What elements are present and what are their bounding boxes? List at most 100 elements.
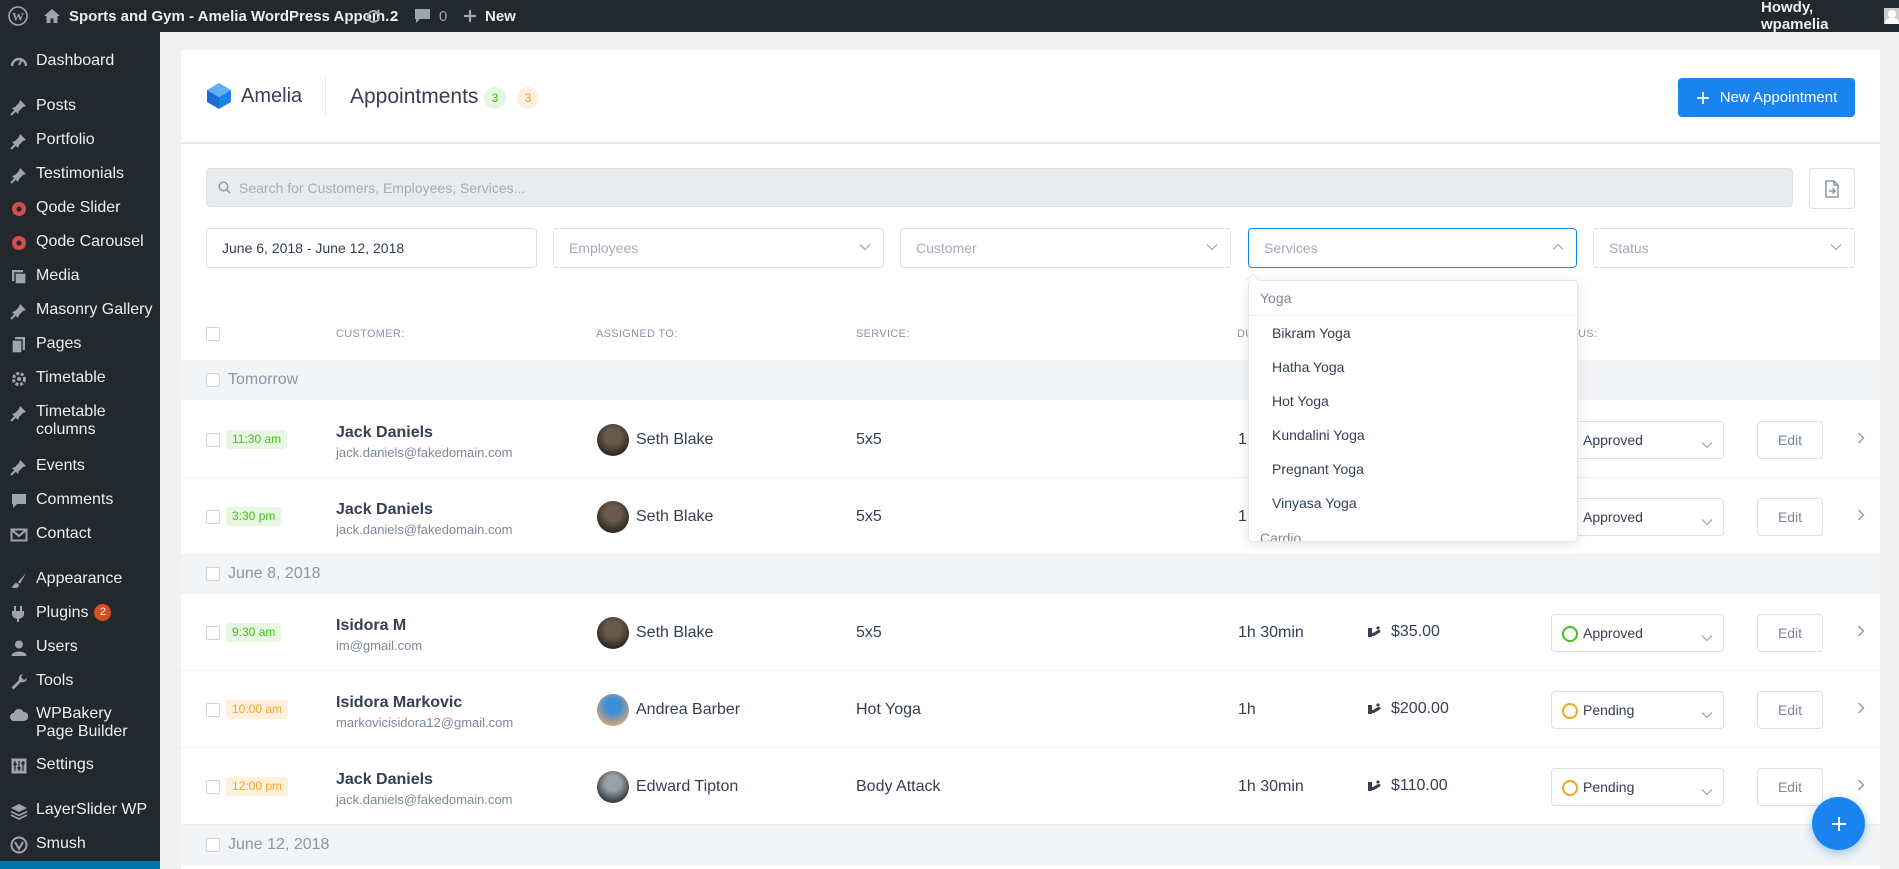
price-value: $110.00: [1391, 777, 1448, 794]
my-account-link[interactable]: Howdy, wpamelia: [1761, 0, 1899, 33]
pages-icon: [9, 336, 29, 354]
employee-avatar: [597, 617, 629, 649]
service-option-hatha-yoga[interactable]: Hatha Yoga: [1272, 359, 1344, 375]
edit-button[interactable]: Edit: [1757, 498, 1823, 536]
edit-button[interactable]: Edit: [1757, 691, 1823, 729]
time-badge: 11:30 am: [226, 430, 288, 449]
service-option-bikram-yoga[interactable]: Bikram Yoga: [1272, 325, 1351, 341]
price: $35.00: [1366, 623, 1440, 641]
chevron-right-icon[interactable]: [1857, 432, 1865, 444]
chevron-right-icon[interactable]: [1857, 509, 1865, 521]
customer-select[interactable]: Customer: [900, 228, 1231, 268]
appointment-row[interactable]: 3:30 pm Jack Daniels jack.daniels@fakedoma…: [181, 479, 1880, 555]
sidebar-item-label: Testimonials: [36, 165, 125, 182]
cloud-icon: [9, 706, 29, 724]
pin-icon: [9, 132, 29, 150]
status-select[interactable]: Pending: [1551, 691, 1724, 729]
service-name: 5x5: [856, 624, 882, 641]
chevron-down-icon: [1701, 629, 1713, 647]
group-checkbox[interactable]: [206, 567, 220, 581]
sidebar-item-label: Settings: [36, 756, 94, 773]
sidebar-item-label: Dashboard: [36, 52, 115, 69]
employee-name: Andrea Barber: [636, 701, 741, 718]
search-input[interactable]: Search for Customers, Employees, Service…: [206, 168, 1793, 207]
layers-icon: [9, 802, 29, 820]
row-checkbox[interactable]: [206, 433, 220, 447]
search-placeholder: Search for Customers, Employees, Service…: [239, 180, 526, 196]
select-all-checkbox[interactable]: [206, 327, 220, 341]
chevron-right-icon[interactable]: [1857, 779, 1865, 791]
column-status: US:: [1578, 328, 1598, 340]
site-name-link[interactable]: Sports and Gym - Amelia WordPress Appoin…: [43, 0, 398, 32]
chevron-right-icon[interactable]: [1857, 625, 1865, 637]
sidebar-item-label: Qode Carousel: [36, 233, 144, 250]
edit-label: Edit: [1777, 625, 1803, 641]
service-option-vinyasa-yoga[interactable]: Vinyasa Yoga: [1272, 495, 1357, 511]
edit-button[interactable]: Edit: [1757, 768, 1823, 806]
employees-placeholder: Employees: [569, 240, 639, 256]
edit-button[interactable]: Edit: [1757, 614, 1823, 652]
service-option-pregnant-yoga[interactable]: Pregnant Yoga: [1272, 461, 1364, 477]
price-value: $35.00: [1391, 623, 1440, 640]
page-title: Appointments: [350, 85, 479, 108]
group-label: June 8, 2018: [228, 565, 321, 582]
avatar-icon: [1884, 8, 1899, 24]
chevron-down-icon: [1701, 783, 1713, 801]
brush-icon: [9, 571, 29, 589]
amelia-brand-text: Amelia: [241, 84, 303, 107]
employees-select[interactable]: Employees: [553, 228, 884, 268]
status-label: Pending: [1583, 779, 1635, 795]
status-select[interactable]: Approved: [1551, 614, 1724, 652]
new-content-link[interactable]: New: [463, 0, 516, 32]
employee-avatar: [597, 424, 629, 456]
date-range-picker[interactable]: June 6, 2018 - June 12, 2018: [206, 228, 537, 268]
date-group-header: Tomorrow: [181, 360, 1880, 400]
row-checkbox[interactable]: [206, 510, 220, 524]
employee-avatar: [597, 501, 629, 533]
date-group-header: June 8, 2018: [181, 554, 1880, 594]
row-checkbox[interactable]: [206, 780, 220, 794]
service-option-kundalini-yoga[interactable]: Kundalini Yoga: [1272, 427, 1365, 443]
sidebar-item-label: Users: [36, 638, 78, 655]
row-checkbox[interactable]: [206, 703, 220, 717]
appointment-row[interactable]: 10:00 am Isidora Markovic markovicisidora1…: [181, 672, 1880, 748]
chevron-right-icon[interactable]: [1857, 702, 1865, 714]
date-group-header: June 12, 2018: [181, 825, 1880, 865]
date-range-value: June 6, 2018 - June 12, 2018: [222, 240, 405, 256]
service-name: 5x5: [856, 508, 882, 525]
sidebar-item-label: LayerSlider WP: [36, 801, 148, 818]
group-label: Tomorrow: [228, 371, 299, 388]
export-button[interactable]: [1809, 168, 1855, 209]
sidebar-item-label: Posts: [36, 97, 77, 114]
chevron-down-icon: [1830, 244, 1842, 251]
duration: 1h: [1238, 701, 1256, 718]
floating-add-button[interactable]: [1812, 797, 1865, 850]
sidebar-active-indicator: [0, 861, 160, 869]
updates-link[interactable]: 2: [365, 0, 398, 32]
new-appointment-label: New Appointment: [1719, 89, 1838, 106]
new-appointment-button[interactable]: New Appointment: [1678, 78, 1855, 117]
appointment-row[interactable]: 12:00 pm Jack Daniels jack.daniels@fakedom…: [181, 749, 1880, 825]
sidebar-item-label: Plugins 2: [36, 604, 112, 622]
appointment-row[interactable]: 11:30 am Jack Daniels jack.daniels@fakedom…: [181, 402, 1880, 478]
pending-count-badge: 3: [517, 87, 539, 109]
row-checkbox[interactable]: [206, 626, 220, 640]
group-checkbox[interactable]: [206, 373, 220, 387]
payment-icon: [1368, 779, 1381, 791]
sidebar-item-label: Portfolio: [36, 131, 95, 148]
wordpress-logo-icon[interactable]: W: [8, 0, 28, 32]
group-checkbox[interactable]: [206, 838, 220, 852]
comments-link[interactable]: 0: [414, 0, 447, 32]
appointment-row[interactable]: 9:30 am Isidora M im@gmail.com Seth Blake 5x…: [181, 595, 1880, 671]
price-value: $200.00: [1391, 700, 1449, 717]
carousel-icon: [9, 234, 29, 252]
status-select[interactable]: Status: [1593, 228, 1855, 268]
column-service: SERVICE:: [856, 328, 910, 340]
edit-button[interactable]: Edit: [1757, 421, 1823, 459]
service-option-hot-yoga[interactable]: Hot Yoga: [1272, 393, 1329, 409]
home-icon: [44, 9, 60, 23]
sidebar-item-label: Smush: [36, 835, 86, 852]
status-select[interactable]: Pending: [1551, 768, 1724, 806]
time-badge: 3:30 pm: [226, 507, 282, 526]
services-select[interactable]: Services: [1248, 228, 1577, 268]
